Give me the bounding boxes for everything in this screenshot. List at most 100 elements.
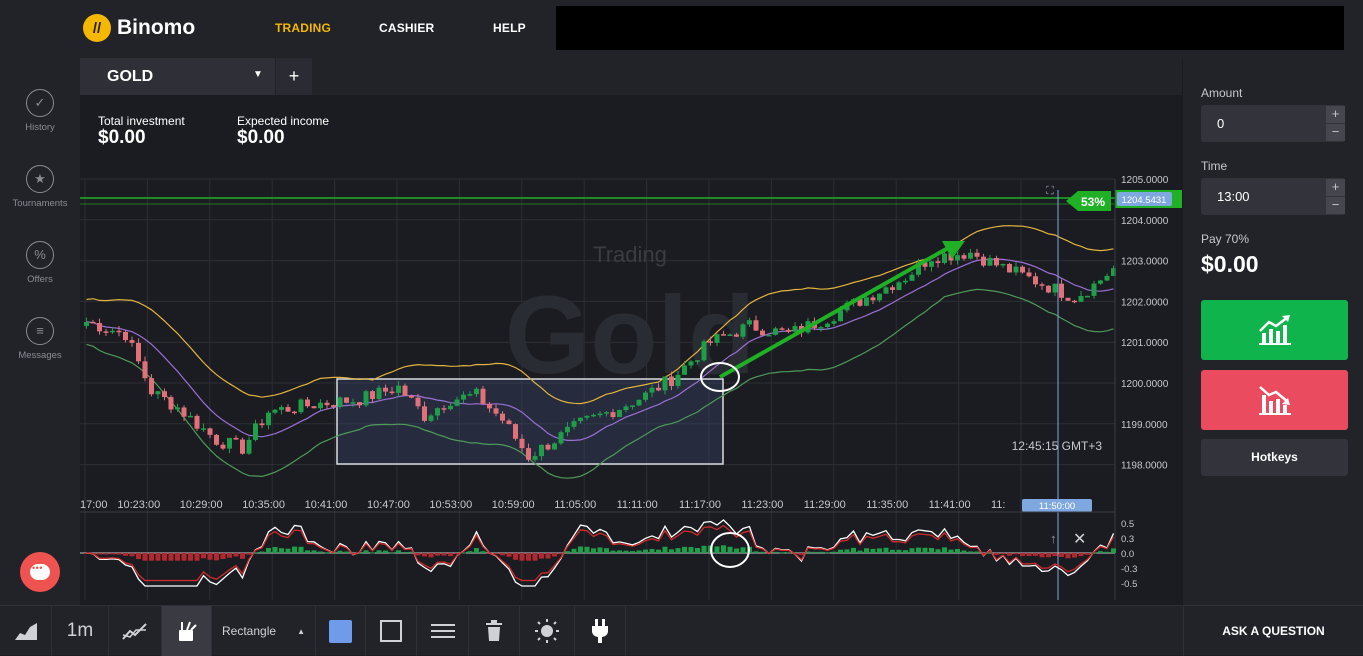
osc-tick-label: -0.5 xyxy=(1121,579,1137,590)
candle-body xyxy=(747,320,752,325)
candle-body xyxy=(591,414,596,417)
candle-body xyxy=(253,423,258,440)
histogram-bar xyxy=(753,551,759,553)
sidebar-item-offers[interactable]: % Offers xyxy=(0,241,80,285)
sidebar-item-label: Messages xyxy=(18,350,62,361)
amount-decrease-button[interactable]: − xyxy=(1326,124,1345,141)
candle-body xyxy=(766,334,772,337)
candle-body xyxy=(890,287,895,290)
sidebar-item-history[interactable]: ✓ History xyxy=(0,89,80,133)
histogram-bar xyxy=(643,549,648,553)
candle-body xyxy=(740,324,746,337)
histogram-bar xyxy=(1007,553,1012,556)
nav-cashier[interactable]: CASHIER xyxy=(379,21,434,35)
histogram-bar xyxy=(480,551,486,553)
candle-body xyxy=(136,342,141,362)
histogram-bar xyxy=(968,551,973,553)
histogram-bar xyxy=(610,550,616,553)
amount-increase-button[interactable]: + xyxy=(1326,106,1345,123)
time-tick-label: 10:35:00 xyxy=(242,499,285,511)
indicators-button[interactable] xyxy=(109,606,162,656)
candle-body xyxy=(552,443,557,450)
candle-body xyxy=(142,361,148,379)
candle-body xyxy=(942,253,947,263)
chart-type-button[interactable] xyxy=(0,606,52,656)
candle-body xyxy=(402,385,408,396)
histogram-bar xyxy=(129,553,135,557)
candle-body xyxy=(643,392,648,400)
drawing-tool-select[interactable]: Rectangle ▲ xyxy=(212,606,316,656)
candle-body xyxy=(1013,266,1019,273)
candle-body xyxy=(331,405,336,407)
candle-body xyxy=(168,397,174,410)
candle-body xyxy=(181,407,187,417)
histogram-bar xyxy=(974,551,980,553)
time-tick-label: 10:29:00 xyxy=(180,499,223,511)
delete-drawing-button[interactable] xyxy=(469,606,520,656)
candle-body xyxy=(500,413,505,421)
histogram-bar xyxy=(1059,553,1064,557)
candle-body xyxy=(721,334,726,336)
trend-up-icon xyxy=(1258,315,1291,345)
candle-body xyxy=(1085,295,1090,298)
sun-icon xyxy=(535,619,559,643)
histogram-bar xyxy=(259,551,265,553)
histogram-bar xyxy=(695,548,700,553)
candle-body xyxy=(376,387,382,399)
drawing-tools-button[interactable] xyxy=(162,606,212,656)
histogram-bar xyxy=(649,549,655,553)
sidebar-item-messages[interactable]: ≡ Messages xyxy=(0,317,80,361)
amount-value: 0 xyxy=(1217,116,1225,131)
histogram-bar xyxy=(539,553,544,559)
add-asset-button[interactable]: + xyxy=(276,58,312,95)
timeframe-button[interactable]: 1m xyxy=(52,606,109,656)
time-field[interactable]: 13:00 + − xyxy=(1201,178,1345,215)
time-value: 13:00 xyxy=(1217,189,1250,204)
line-width-button[interactable] xyxy=(417,606,469,656)
amount-field[interactable]: 0 + − xyxy=(1201,105,1345,142)
candle-body xyxy=(987,257,993,266)
histogram-bar xyxy=(324,552,330,554)
time-decrease-button[interactable]: − xyxy=(1326,197,1345,214)
plug-icon xyxy=(592,619,608,643)
brand-logo[interactable]: // Binomo xyxy=(83,14,195,42)
histogram-bar xyxy=(435,553,440,556)
time-increase-button[interactable]: + xyxy=(1326,179,1345,196)
plugin-button[interactable] xyxy=(575,606,626,656)
sidebar-item-tournaments[interactable]: ★ Tournaments xyxy=(0,165,80,209)
asset-selector[interactable]: GOLD ▼ xyxy=(80,58,275,95)
histogram-bar xyxy=(500,553,505,556)
histogram-bar xyxy=(760,551,765,553)
candle-body xyxy=(1007,263,1012,273)
histogram-bar xyxy=(136,553,141,560)
chat-button[interactable] xyxy=(20,552,60,592)
histogram-bar xyxy=(240,553,245,559)
histogram-bar xyxy=(877,548,882,553)
time-tick-label: 10:23:00 xyxy=(117,499,160,511)
histogram-bar xyxy=(155,553,161,561)
ask-question-button[interactable]: ASK A QUESTION xyxy=(1183,606,1363,656)
candle-body xyxy=(97,322,102,332)
percent-badge-text: 53% xyxy=(1081,195,1105,209)
trash-icon xyxy=(486,620,502,641)
call-up-button[interactable] xyxy=(1201,300,1348,360)
candle-body xyxy=(1052,283,1058,293)
hotkeys-button[interactable]: Hotkeys xyxy=(1201,439,1348,476)
border-color-button[interactable] xyxy=(366,606,417,656)
histogram-bar xyxy=(786,552,791,554)
histogram-bar xyxy=(526,553,531,561)
put-down-button[interactable] xyxy=(1201,370,1348,430)
time-tick-label: 10:47:00 xyxy=(367,499,410,511)
theme-toggle-button[interactable] xyxy=(520,606,575,656)
histogram-bar xyxy=(1033,553,1038,556)
top-bar: // Binomo TRADING CASHIER HELP xyxy=(0,0,1363,58)
fill-color-button[interactable] xyxy=(316,606,366,656)
chart-area[interactable]: Total investment $0.00 Expected income $… xyxy=(80,95,1182,605)
nav-trading[interactable]: TRADING xyxy=(275,21,331,35)
candle-body xyxy=(1091,283,1097,296)
histogram-bar xyxy=(1078,553,1084,557)
osc-tick-label: 0.0 xyxy=(1121,549,1134,560)
chat-bubble-icon xyxy=(30,563,50,580)
nav-help[interactable]: HELP xyxy=(493,21,526,35)
sidebar-item-label: History xyxy=(25,122,55,133)
